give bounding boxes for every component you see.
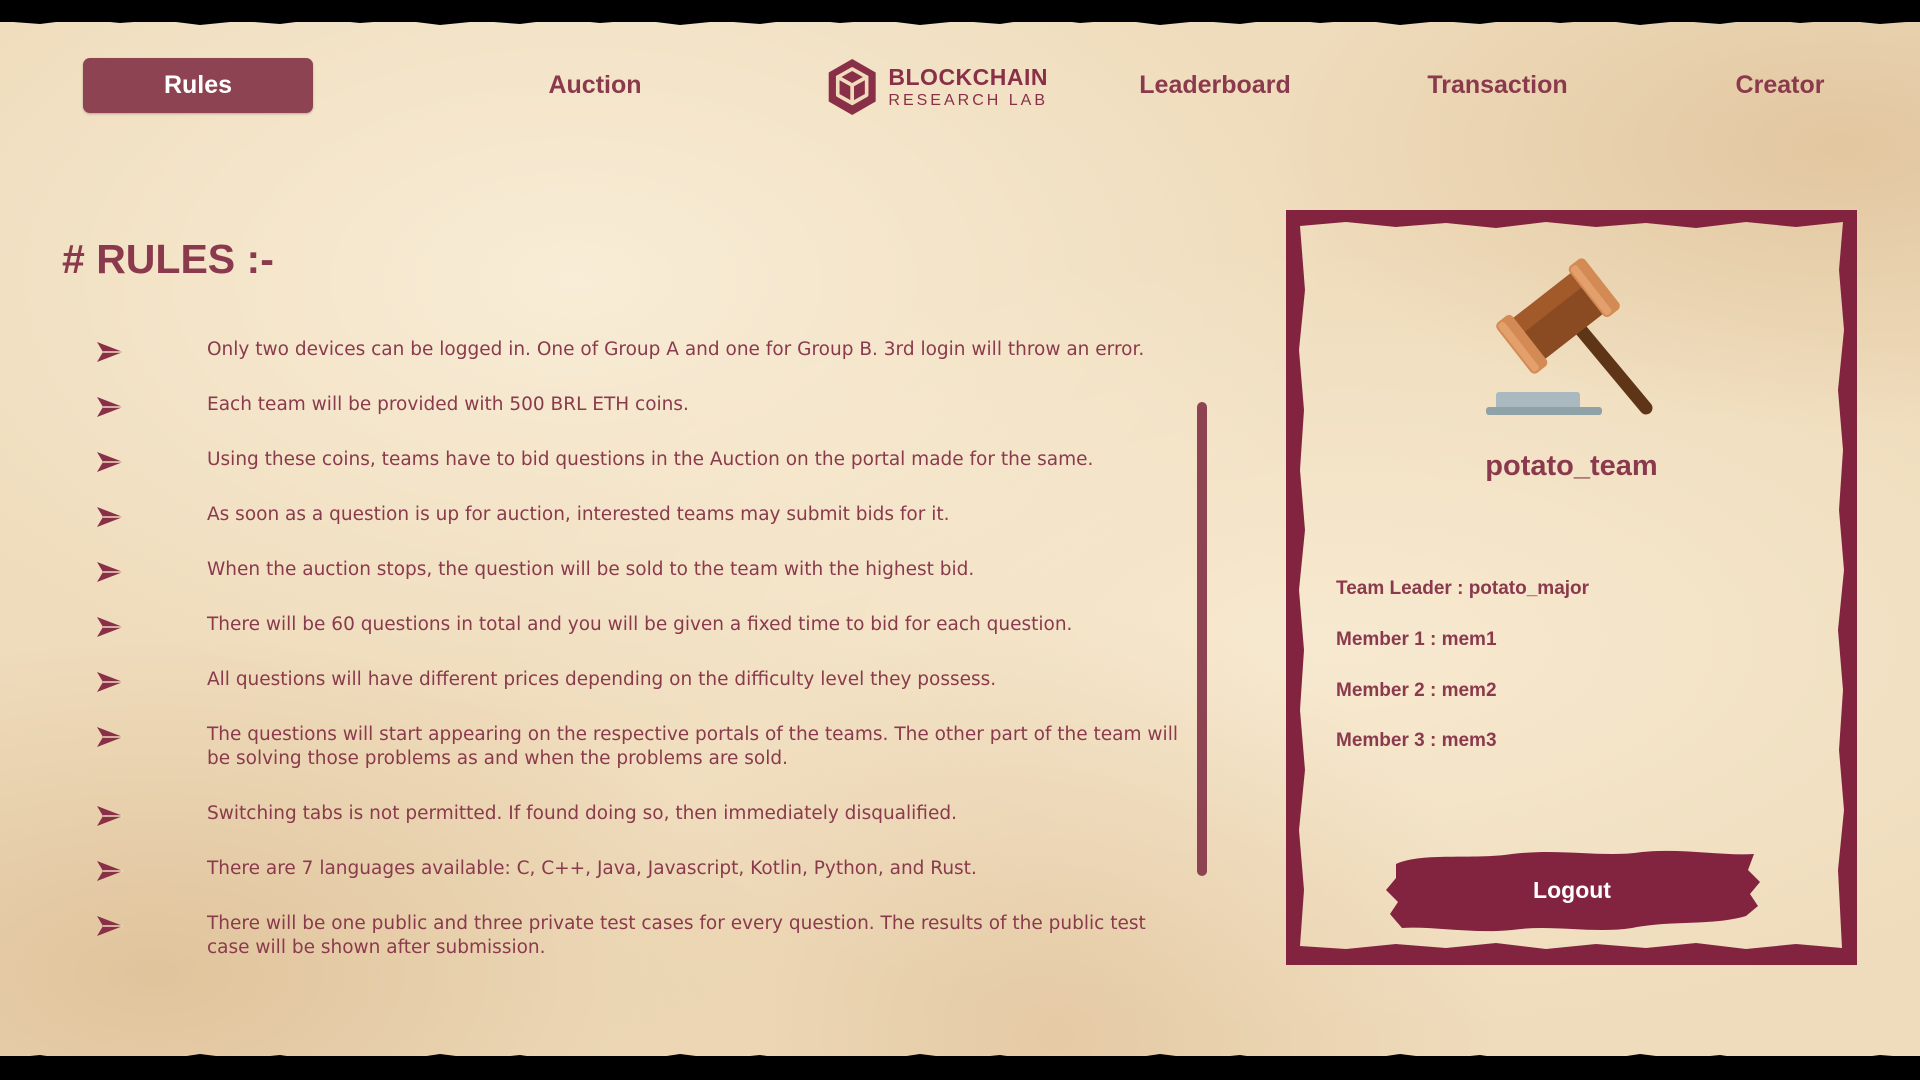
rule-item: There will be 60 questions in total and … [96,613,1186,637]
logout-label: Logout [1533,876,1611,903]
cube-hexagon-icon [828,58,876,116]
paper-plane-arrow-icon [96,726,124,748]
paper-plane-arrow-icon [96,341,124,363]
rule-item: All questions will have different prices… [96,668,1186,692]
logo-subtitle: RESEARCH LAB [888,91,1048,109]
rule-item: Each team will be provided with 500 BRL … [96,393,1186,417]
paper-plane-arrow-icon [96,561,124,583]
rule-text: Each team will be provided with 500 BRL … [207,394,689,415]
rule-text: There will be 60 questions in total and … [207,614,1073,635]
team-member-3: Member 3 : mem3 [1336,730,1497,751]
rule-text: Only two devices can be logged in. One o… [207,339,1145,360]
blockchain-research-lab-logo[interactable]: BLOCKCHAIN RESEARCH LAB [826,54,1048,120]
torn-top-edge [0,14,1920,25]
logo-title: BLOCKCHAIN [888,63,1048,90]
paper-plane-arrow-icon [96,616,124,638]
rule-text: When the auction stops, the question wil… [207,559,975,580]
paper-plane-arrow-icon [96,805,124,827]
torn-bottom-edge [0,1054,1920,1066]
rule-item: When the auction stops, the question wil… [96,558,1186,582]
rules-heading: # RULES :- [62,236,274,282]
paper-plane-arrow-icon [96,506,124,528]
rule-text: Using these coins, teams have to bid que… [207,449,1094,470]
paper-plane-arrow-icon [96,860,124,882]
rules-list: Only two devices can be logged in. One o… [96,338,1186,991]
rule-text: The questions will start appearing on th… [207,724,1178,769]
rule-item: There will be one public and three priva… [96,912,1186,960]
nav-tab-rules[interactable]: Rules [83,58,313,113]
logout-button[interactable]: Logout [1382,842,1762,938]
rule-item: There are 7 languages available: C, C++,… [96,857,1186,881]
rules-scrollbar[interactable] [1197,402,1207,876]
team-leader: Team Leader : potato_major [1336,578,1590,599]
team-member-2: Member 2 : mem2 [1336,680,1497,701]
paper-plane-arrow-icon [96,451,124,473]
rule-item: As soon as a question is up for auction,… [96,503,1186,527]
team-member-1: Member 1 : mem1 [1336,629,1497,650]
rule-item: Using these coins, teams have to bid que… [96,448,1186,472]
rule-text: There are 7 languages available: C, C++,… [207,858,977,879]
rule-text: Switching tabs is not permitted. If foun… [207,803,957,824]
nav-tab-creator[interactable]: Creator [1690,58,1870,113]
rule-item: Switching tabs is not permitted. If foun… [96,802,1186,826]
paper-plane-arrow-icon [96,915,124,937]
nav-tab-transaction[interactable]: Transaction [1400,58,1595,113]
rule-item: The questions will start appearing on th… [96,723,1186,771]
paper-plane-arrow-icon [96,671,124,693]
gavel-icon [1486,258,1653,415]
nav-tab-leaderboard[interactable]: Leaderboard [1120,58,1310,113]
rule-item: Only two devices can be logged in. One o… [96,338,1186,362]
rule-text: There will be one public and three priva… [207,913,1146,958]
rule-text: As soon as a question is up for auction,… [207,504,950,525]
nav-tab-auction[interactable]: Auction [500,58,690,113]
team-name: potato_team [1485,450,1658,482]
paper-plane-arrow-icon [96,396,124,418]
team-card: potato_team Team Leader : potato_major M… [1286,210,1857,965]
rule-text: All questions will have different prices… [207,669,997,690]
